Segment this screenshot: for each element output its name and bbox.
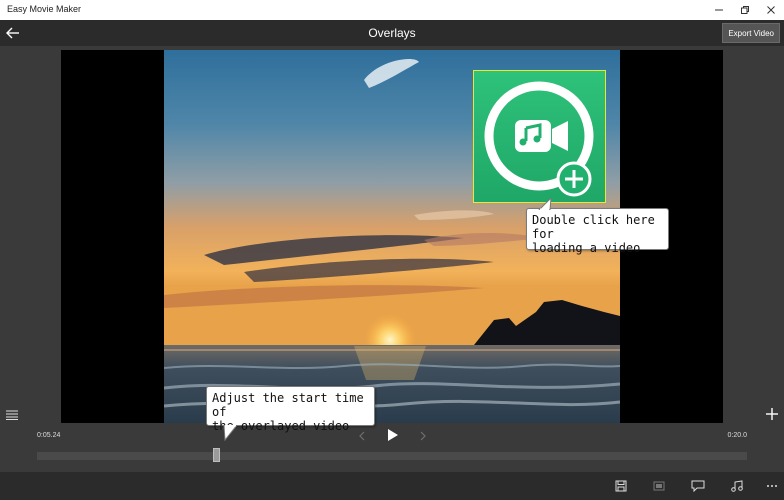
chevron-left-icon [359,431,365,441]
callout-tail [538,198,552,210]
restore-icon [741,6,749,14]
end-time: 0:20.0 [727,432,747,439]
current-time: 0:05.24 [37,432,61,439]
list-icon [6,410,18,420]
more-icon [767,485,777,487]
save-icon [615,480,627,492]
music-note-icon [731,480,743,492]
overlay-video-tile[interactable] [473,70,606,203]
close-button[interactable] [756,0,784,20]
comment-icon [691,480,705,492]
window-title-bar: Easy Movie Maker [0,0,784,20]
chevron-right-icon [420,431,426,441]
app-header: Overlays Export Video [0,20,784,46]
screen-button[interactable] [650,478,668,494]
add-overlay-button[interactable] [764,406,780,422]
play-icon [388,429,398,441]
more-button[interactable] [763,478,781,494]
back-arrow-icon [6,27,19,39]
close-icon [767,6,775,14]
save-button[interactable] [612,478,630,494]
callout-line: Adjust the start time of [212,391,364,419]
comment-button[interactable] [689,478,707,494]
timeline-thumb[interactable] [213,448,220,462]
load-video-callout: Double click here for loading a video [526,198,669,255]
music-button[interactable] [728,478,746,494]
callout-tail [223,425,238,441]
previous-button[interactable] [356,429,368,443]
export-video-button[interactable]: Export Video [722,23,780,43]
bottom-toolbar [0,472,784,500]
play-button[interactable] [385,427,401,443]
screen-icon [653,481,665,491]
start-time-callout: Adjust the start time of the overlayed v… [206,386,375,441]
page-title: Overlays [368,26,416,40]
next-button[interactable] [417,429,429,443]
minimize-icon [715,9,723,11]
video-music-add-icon [484,81,594,197]
callout-line: loading a video [532,241,641,255]
list-button[interactable] [4,408,20,422]
app-title: Easy Movie Maker [7,4,82,14]
add-icon [766,408,778,420]
callout-line: Double click here for [532,213,655,241]
back-button[interactable] [4,24,22,42]
timeline-track[interactable] [37,452,747,460]
